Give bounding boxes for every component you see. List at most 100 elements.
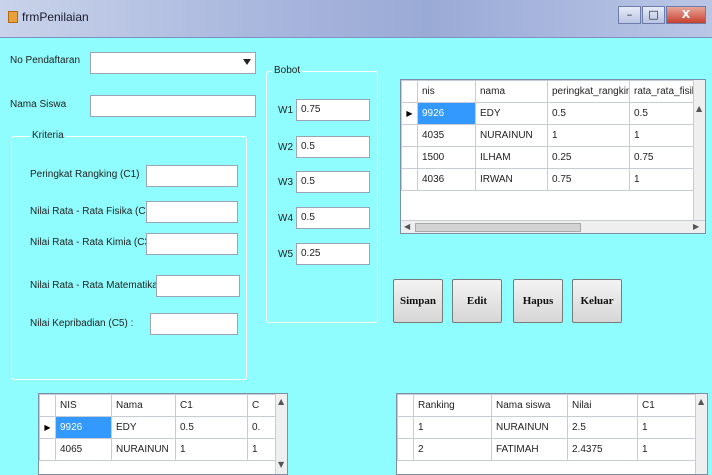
close-button[interactable]: X	[666, 6, 706, 24]
table-cell[interactable]: 0.	[247, 416, 276, 439]
grid-header-row: Ranking Nama siswa Nilai C1	[397, 394, 696, 417]
column-header[interactable]: Nama siswa	[491, 394, 568, 417]
c5-input[interactable]	[150, 313, 238, 335]
table-row[interactable]: 4035 NURAINUN 1 1	[401, 124, 694, 147]
scroll-left-icon[interactable]: ◀	[404, 222, 410, 231]
w1-input[interactable]: 0.75	[296, 99, 370, 121]
w2-label: W2	[278, 142, 293, 153]
no-pendaftaran-label: No Pendaftaran	[10, 55, 81, 66]
row-header[interactable]	[401, 124, 418, 147]
table-cell[interactable]: 1	[629, 124, 694, 147]
row-header[interactable]: ▶	[401, 102, 418, 125]
c1-input[interactable]	[146, 165, 238, 187]
c3-input[interactable]	[146, 233, 238, 255]
keluar-button[interactable]: Keluar	[572, 279, 622, 323]
no-pendaftaran-combo[interactable]	[90, 52, 256, 74]
table-cell[interactable]: 4065	[55, 438, 112, 461]
scroll-up-icon[interactable]: ▲	[278, 397, 284, 406]
table-cell[interactable]: ILHAM	[475, 146, 548, 169]
table-cell[interactable]: 1	[247, 438, 276, 461]
chevron-down-icon[interactable]	[243, 59, 251, 65]
row-header[interactable]	[397, 416, 414, 439]
table-cell[interactable]: 1	[175, 438, 248, 461]
table-row[interactable]: 1 NURAINUN 2.5 1	[397, 416, 696, 439]
w4-input[interactable]: 0.5	[296, 207, 370, 229]
table-row[interactable]: ▶ 9926 EDY 0.5 0.	[39, 416, 276, 439]
column-header[interactable]: C	[247, 394, 276, 417]
table-row[interactable]: 4036 IRWAN 0.75 1	[401, 168, 694, 191]
table-cell[interactable]: 1	[637, 438, 696, 461]
edit-button[interactable]: Edit	[452, 279, 502, 323]
scroll-up-icon[interactable]: ▲	[698, 397, 704, 406]
hapus-button[interactable]: Hapus	[513, 279, 563, 323]
column-header[interactable]: C1	[637, 394, 696, 417]
table-cell[interactable]: 0.75	[547, 168, 630, 191]
table-cell[interactable]: IRWAN	[475, 168, 548, 191]
w3-input[interactable]: 0.5	[296, 171, 370, 193]
table-cell[interactable]: 9926	[55, 416, 112, 439]
column-header[interactable]: nama	[475, 80, 548, 103]
table-cell[interactable]: 1	[547, 124, 630, 147]
table-cell[interactable]: 1500	[417, 146, 476, 169]
table-cell[interactable]: 2	[413, 438, 492, 461]
table-row[interactable]: ▶ 9926 EDY 0.5 0.5	[401, 102, 694, 125]
table-cell[interactable]: EDY	[111, 416, 176, 439]
table-row[interactable]: 1500 ILHAM 0.25 0.75	[401, 146, 694, 169]
table-cell[interactable]: FATIMAH	[491, 438, 568, 461]
column-header[interactable]: rata_rata_fisika	[629, 80, 694, 103]
row-header[interactable]: ▶	[39, 416, 56, 439]
table-cell[interactable]: EDY	[475, 102, 548, 125]
row-header[interactable]	[401, 168, 418, 191]
row-header[interactable]	[397, 438, 414, 461]
row-header[interactable]	[39, 438, 56, 461]
column-header[interactable]: peringkat_rangking	[547, 80, 630, 103]
table-cell[interactable]: 2.5	[567, 416, 638, 439]
table-row[interactable]: 2 FATIMAH 2.4375 1	[397, 438, 696, 461]
maximize-button[interactable]: □	[642, 6, 665, 24]
column-header[interactable]: NIS	[55, 394, 112, 417]
current-row-pointer-icon: ▶	[44, 423, 51, 432]
column-header[interactable]: nis	[417, 80, 476, 103]
table-cell[interactable]: 1	[629, 168, 694, 191]
scrollbar-thumb[interactable]	[415, 223, 581, 232]
table-cell[interactable]: 1	[413, 416, 492, 439]
vertical-scrollbar[interactable]: ▲	[695, 394, 707, 474]
top-data-grid[interactable]: nis nama peringkat_rangking rata_rata_fi…	[400, 79, 706, 234]
w5-input[interactable]: 0.25	[296, 243, 370, 265]
w2-input[interactable]: 0.5	[296, 136, 370, 158]
table-cell[interactable]: 2.4375	[567, 438, 638, 461]
c4-input[interactable]	[156, 275, 240, 297]
scroll-down-icon[interactable]: ▼	[278, 460, 284, 469]
table-cell[interactable]: 0.5	[547, 102, 630, 125]
table-cell[interactable]: 4035	[417, 124, 476, 147]
vertical-scrollbar[interactable]: ▲	[693, 80, 705, 220]
bottom-left-data-grid[interactable]: NIS Nama C1 C ▶ 9926 EDY 0.5 0. 4065 NUR…	[38, 393, 288, 475]
table-row[interactable]: 4065 NURAINUN 1 1	[39, 438, 276, 461]
scroll-right-icon[interactable]: ▶	[693, 222, 699, 231]
horizontal-scrollbar[interactable]: ◀ ▶	[401, 220, 705, 233]
table-cell[interactable]: 0.5	[175, 416, 248, 439]
nama-siswa-input[interactable]	[90, 95, 256, 117]
column-header[interactable]: C1	[175, 394, 248, 417]
table-cell[interactable]: NURAINUN	[111, 438, 176, 461]
column-header[interactable]: Ranking	[413, 394, 492, 417]
table-cell[interactable]: 0.5	[629, 102, 694, 125]
table-cell[interactable]: 0.75	[629, 146, 694, 169]
table-cell[interactable]: 9926	[417, 102, 476, 125]
minimize-button[interactable]: –	[618, 6, 641, 24]
table-cell[interactable]: NURAINUN	[491, 416, 568, 439]
simpan-button[interactable]: Simpan	[393, 279, 443, 323]
bottom-right-data-grid[interactable]: Ranking Nama siswa Nilai C1 1 NURAINUN 2…	[396, 393, 708, 475]
column-header[interactable]: Nama	[111, 394, 176, 417]
vertical-scrollbar[interactable]: ▲ ▼	[275, 394, 287, 474]
table-cell[interactable]: 0.25	[547, 146, 630, 169]
table-cell[interactable]: NURAINUN	[475, 124, 548, 147]
column-header[interactable]: Nilai	[567, 394, 638, 417]
current-row-pointer-icon: ▶	[406, 109, 413, 118]
table-cell[interactable]: 4036	[417, 168, 476, 191]
c1-label: Peringkat Rangking (C1)	[30, 169, 140, 180]
table-cell[interactable]: 1	[637, 416, 696, 439]
c2-input[interactable]	[146, 201, 238, 223]
row-header[interactable]	[401, 146, 418, 169]
scroll-up-icon[interactable]: ▲	[696, 104, 702, 113]
